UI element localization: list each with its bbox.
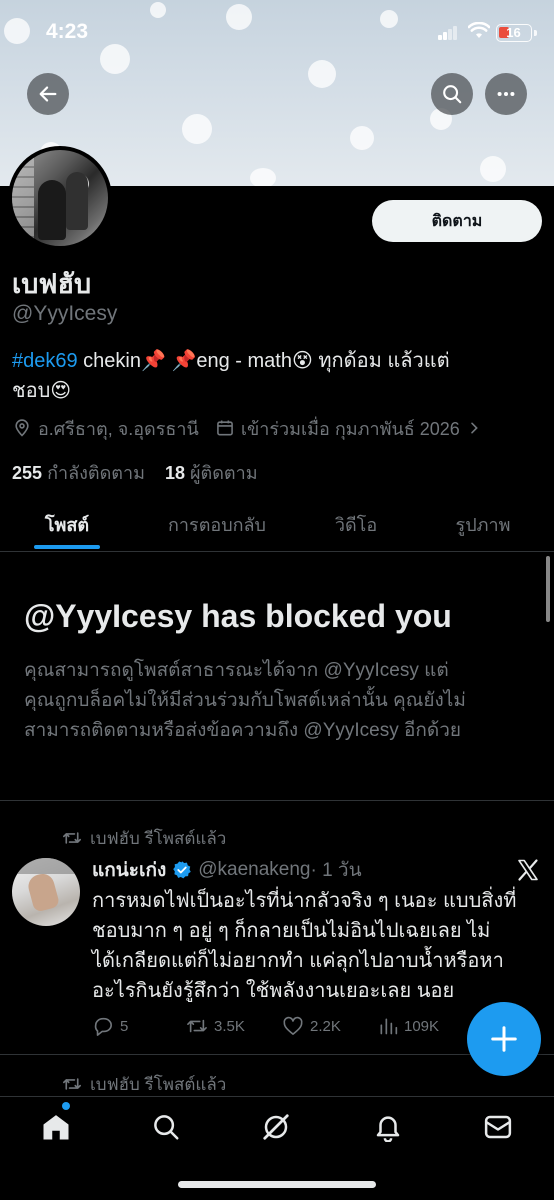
post-text-line: การหมดไฟเป็นอะไรที่น่ากลัวจริง ๆ เนอะ แบ… [92,890,517,912]
back-button[interactable] [27,73,69,115]
repost-indicator[interactable]: เบฟฮับ รีโพสต์แล้ว [62,1072,226,1096]
views-button[interactable]: 109K [378,1014,439,1038]
plus-icon [491,1026,517,1052]
profile-tabs: โพสต์ การตอบกลับ วิดีโอ รูปภาพ [0,496,554,552]
views-count: 109K [404,1017,440,1035]
blocked-title: @YyyIcesy has blocked you [24,598,452,634]
post-text[interactable]: การหมดไฟเป็นอะไรที่น่ากลัวจริง ๆ เนอะ แบ… [92,886,542,1006]
x-logo-icon [518,859,538,881]
nav-notifications[interactable] [368,1107,408,1147]
search-icon [154,1115,179,1140]
arrow-left-icon [39,86,57,102]
repost-indicator[interactable]: เบฟฮับ รีโพสต์แล้ว [62,826,226,850]
post-header: แกน่ะเก่ง @kaenakeng · 1 วัน [92,856,362,884]
post-author-handle[interactable]: @kaenakeng [198,859,310,881]
post-author-avatar[interactable] [12,858,80,926]
repost-icon [62,832,81,844]
blocked-line-1: คุณสามารถดูโพสต์สาธารณะได้จาก @YyyIcesy … [24,660,449,681]
tab-photos[interactable]: รูปภาพ [412,496,554,552]
more-horizontal-icon [497,91,515,97]
nav-home[interactable] [36,1107,76,1147]
followers-link[interactable]: 18 ผู้ติดตาม [165,463,258,483]
blocked-line-2: คุณถูกบล็อคไม่ให้มีส่วนร่วมกับโพสต์เหล่า… [24,690,466,711]
repost-icon [62,1078,81,1090]
profile-bio: #dek69 chekin📌 📌eng - math😵 ทุกด้อม แล้ว… [12,346,542,406]
following-label: กำลังติดตาม [47,463,145,483]
home-notification-dot [62,1102,70,1110]
profile-handle: @YyyIcesy [12,302,118,325]
tab-posts[interactable]: โพสต์ [0,496,134,552]
nav-messages[interactable] [478,1107,518,1147]
following-count: 255 [12,463,43,483]
messages-icon [484,1115,512,1139]
post-author-name[interactable]: แกน่ะเก่ง [92,855,166,885]
home-icon [43,1115,69,1140]
like-button[interactable]: 2.2K [282,1014,341,1038]
battery-level: 16 [506,25,521,40]
views-chart-icon [380,1018,398,1035]
post-text-line: ได้เกลียดแต่ก็ไม่อยากทำ แค่ลุกไปอาบน้ำหร… [92,950,504,972]
profile-location: อ.ศรีธาตุ, จ.อุดรธานี [38,418,199,439]
profile-avatar[interactable] [8,146,112,250]
verified-badge-icon [173,861,191,879]
bio-hashtag-link[interactable]: #dek69 [12,350,78,372]
nav-search[interactable] [146,1107,186,1147]
bio-line-1: chekin📌 📌eng - math😵 ทุกด้อม แล้วแต่ [77,350,450,372]
location-icon [15,419,29,437]
repost-count: 3.5K [214,1017,245,1035]
profile-counts: 255 กำลังติดตาม 18 ผู้ติดตาม [12,458,258,487]
followers-count: 18 [164,463,185,483]
search-button[interactable] [431,73,473,115]
blocked-line-3: สามารถติดตามหรือส่งข้อความถึง @YyyIcesy … [24,720,462,741]
reply-button[interactable]: 5 [92,1014,128,1038]
status-bar: 4:23 16 [0,0,554,64]
search-icon [443,85,462,104]
profile-joined: เข้าร่วมเมื่อ กุมภาพันธ์ 2026 [240,418,460,439]
cellular-signal-icon [438,26,458,40]
more-button[interactable] [485,73,527,115]
repost-label: เบฟฮับ รีโพสต์แล้ว [90,828,227,848]
section-divider [0,800,554,801]
wifi-icon [468,22,490,38]
scrollbar[interactable] [546,556,550,622]
tab-replies[interactable]: การตอบกลับ [134,496,300,552]
tab-videos[interactable]: วิดีโอ [300,496,412,552]
post-text-line: ชอบมาก ๆ อยู่ ๆ ก็กลายเป็นไม่อินไปเฉยเลย… [92,920,491,942]
repost-label: เบฟฮับ รีโพสต์แล้ว [90,1074,227,1094]
notifications-icon [376,1116,400,1142]
profile-name: เบฟฮับ [12,269,92,299]
follow-button[interactable]: ติดตาม [372,200,542,242]
blocked-message: คุณสามารถดูโพสต์สาธารณะได้จาก @YyyIcesy … [24,656,534,746]
active-tab-indicator [34,545,100,549]
chevron-right-icon [470,422,478,434]
heart-icon [283,1016,303,1035]
calendar-icon [216,420,233,436]
battery-icon: 16 [496,24,532,42]
followers-label: ผู้ติดตาม [190,463,258,483]
nav-grok[interactable] [256,1107,296,1147]
repost-button[interactable]: 3.5K [186,1014,245,1038]
home-indicator[interactable] [178,1181,376,1188]
post-text-line: อะไรกินยังรู้สึกว่า ใช้พลังงานเยอะเลย นอ… [92,980,455,1002]
like-count: 2.2K [310,1017,341,1035]
status-time: 4:23 [46,20,89,43]
reply-count: 5 [120,1017,129,1035]
post-time: · 1 วัน [310,860,362,881]
repost-icon [187,1019,207,1033]
profile-meta[interactable]: อ.ศรีธาตุ, จ.อุดรธานี เข้าร่วมเมื่อ กุมภ… [12,414,504,442]
reply-icon [94,1017,112,1036]
compose-post-button[interactable] [467,1002,541,1076]
bio-line-2: ชอบ😍 [12,380,72,402]
grok-icon [263,1114,289,1140]
following-link[interactable]: 255 กำลังติดตาม [12,463,145,483]
